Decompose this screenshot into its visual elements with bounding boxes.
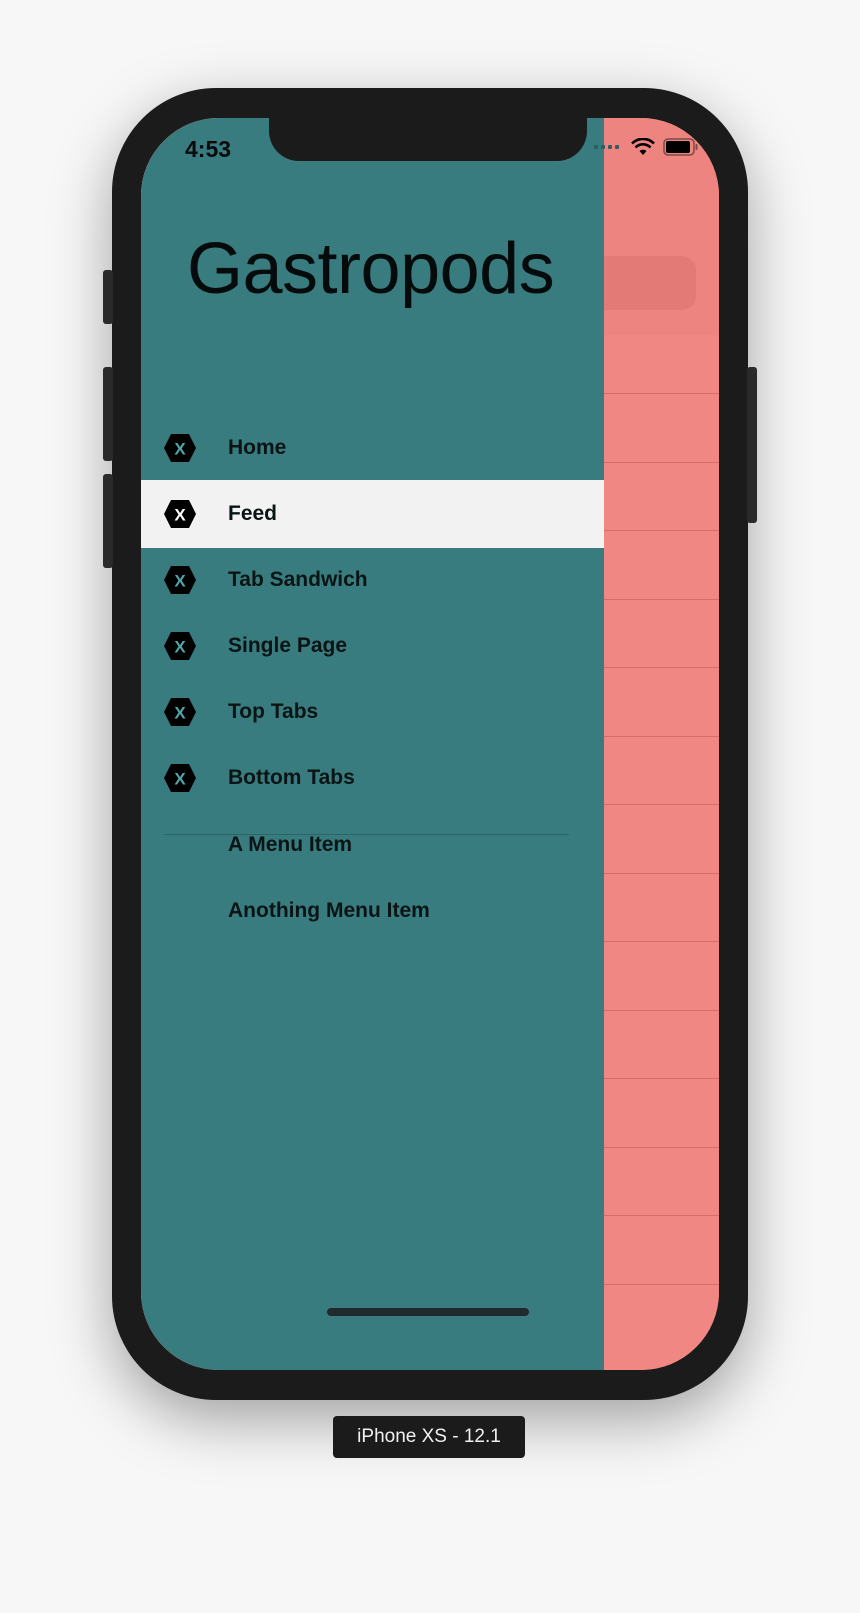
flyout-item-single-page[interactable]: X Single Page (141, 612, 604, 680)
svg-text:X: X (174, 638, 186, 657)
flyout-item-label: Single Page (228, 634, 348, 657)
flyout-item-label: Tab Sandwich (228, 568, 368, 591)
flyout-header-title: Gastropods (187, 229, 555, 309)
status-icons (594, 138, 699, 156)
volume-down-button (103, 474, 113, 568)
menu-item-label: Anothing Menu Item (228, 899, 430, 922)
volume-up-button (103, 367, 113, 461)
xamarin-hexagon-icon: X (163, 697, 197, 727)
status-time: 4:53 (185, 136, 232, 162)
svg-text:X: X (174, 704, 186, 723)
power-button (747, 367, 757, 523)
cellular-signal-icon (594, 145, 619, 149)
home-indicator[interactable] (327, 1308, 529, 1316)
svg-text:X: X (174, 440, 186, 459)
xamarin-hexagon-icon: X (163, 565, 197, 595)
flyout-item-tab-sandwich[interactable]: X Tab Sandwich (141, 546, 604, 614)
notch (269, 118, 587, 161)
flyout-item-top-tabs[interactable]: X Top Tabs (141, 678, 604, 746)
svg-text:X: X (174, 506, 186, 525)
device-label: iPhone XS - 12.1 (333, 1416, 525, 1458)
xamarin-hexagon-icon: X (163, 763, 197, 793)
flyout-item-label: Home (228, 436, 287, 459)
menu-item-label: A Menu Item (228, 833, 353, 856)
flyout-item-bottom-tabs[interactable]: X Bottom Tabs (141, 744, 604, 812)
menu-item-a-menu-item[interactable]: A Menu Item (141, 811, 604, 879)
svg-text:X: X (174, 572, 186, 591)
flyout-item-feed[interactable]: X Feed (141, 480, 604, 548)
xamarin-hexagon-icon: X (163, 499, 197, 529)
mute-switch (103, 270, 113, 324)
wifi-icon (631, 138, 655, 155)
screen: Gastropods X Home X Feed X Tab Sandwich X Singl… (141, 118, 719, 1370)
flyout-menu: Gastropods X Home X Feed X Tab Sandwich X Singl… (141, 118, 604, 1370)
flyout-item-label: Bottom Tabs (228, 766, 355, 789)
menu-item-anothing-menu-item[interactable]: Anothing Menu Item (141, 877, 604, 945)
flyout-item-label: Top Tabs (228, 700, 319, 723)
xamarin-hexagon-icon: X (163, 433, 197, 463)
xamarin-hexagon-icon: X (163, 631, 197, 661)
flyout-item-home[interactable]: X Home (141, 414, 604, 482)
flyout-item-label: Feed (228, 502, 278, 525)
battery-icon (663, 138, 698, 156)
svg-text:X: X (174, 770, 186, 789)
